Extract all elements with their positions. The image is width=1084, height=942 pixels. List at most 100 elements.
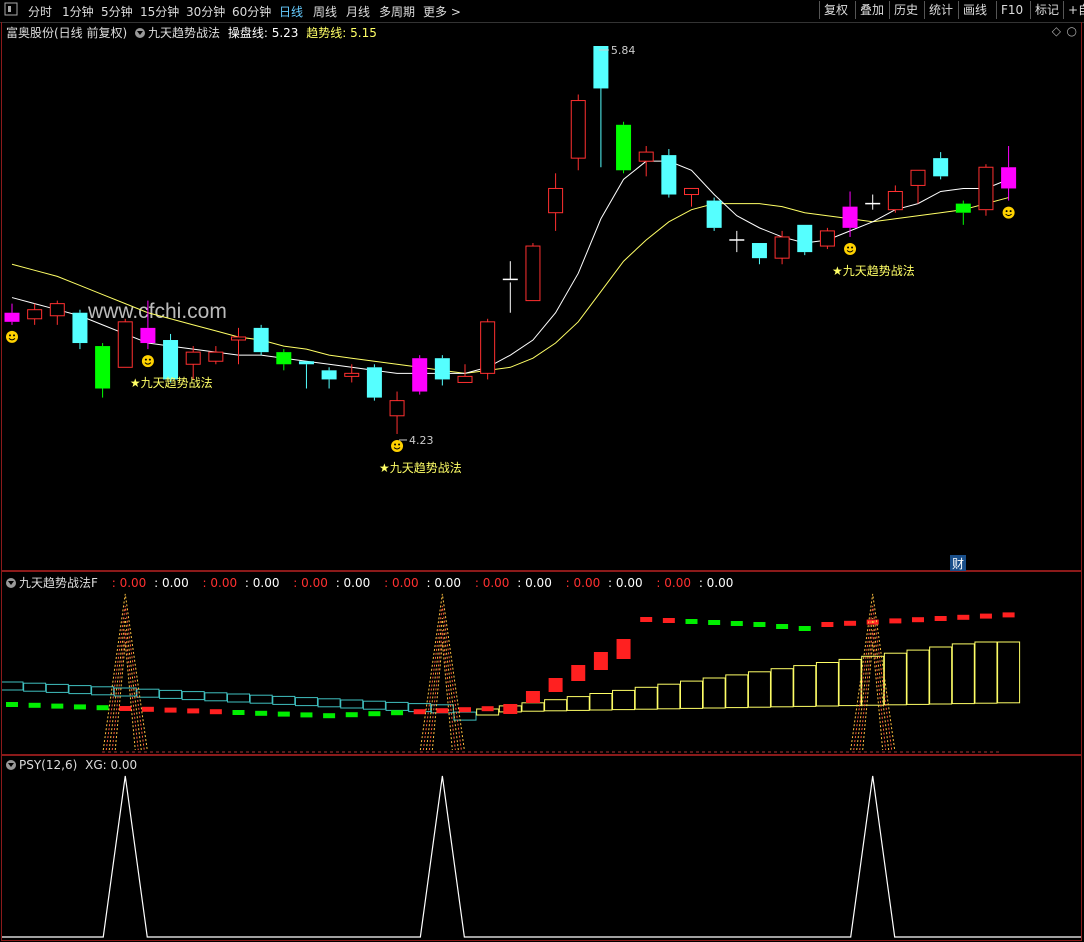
signal-dash — [436, 708, 449, 714]
yellow-box — [589, 693, 613, 711]
signal-dash — [481, 706, 494, 712]
yellow-box — [906, 649, 930, 705]
signal-dash — [300, 712, 313, 718]
indicator-panel-1: 九天趋势战法F : 0.00 : 0.00 : 0.00 : 0.00 : 0.… — [1, 571, 1082, 755]
candle-body — [389, 400, 405, 417]
cyan-box — [2, 681, 24, 691]
candle-body — [276, 352, 292, 365]
period-tab[interactable]: 日线 — [279, 3, 303, 20]
candle-body — [819, 230, 835, 247]
candle-body — [344, 372, 360, 377]
spike-triangle — [102, 593, 148, 751]
signal-dash — [209, 709, 222, 715]
candle-body — [910, 169, 926, 186]
period-tab[interactable]: 周线 — [313, 3, 337, 20]
candlestick-chart: ★九天趋势战法 ★九天趋势战法 ★九天趋势战法 5.84 4.23 — [4, 44, 1017, 475]
cyan-box — [45, 683, 69, 693]
period-tab[interactable]: 60分钟 — [232, 3, 271, 20]
smiley-eye — [1009, 210, 1012, 213]
candle-body — [27, 309, 43, 320]
smiley-eye — [394, 443, 397, 446]
smiley-icon — [391, 439, 404, 452]
candle-body — [457, 375, 473, 383]
toolbar-button[interactable]: 画线 — [958, 1, 991, 19]
signal-dash — [503, 704, 518, 714]
candle-body — [684, 187, 699, 196]
candle-body — [49, 303, 65, 317]
cyan-box — [113, 687, 137, 697]
period-tab[interactable]: 30分钟 — [186, 3, 225, 20]
candle — [480, 318, 496, 380]
toolbar-button[interactable]: F10 — [996, 1, 1027, 19]
toolbar-button[interactable]: 叠加 — [855, 1, 888, 19]
candle — [570, 94, 586, 171]
smiley-eye — [148, 358, 151, 361]
signal-dash — [616, 639, 631, 659]
yellow-box — [929, 646, 953, 705]
candle-body — [751, 243, 767, 259]
signal-dash — [798, 626, 811, 631]
toolbar-button[interactable]: 统计 — [924, 1, 957, 19]
candle-body — [117, 321, 133, 368]
candle-body — [95, 346, 111, 389]
signal-dash — [708, 620, 721, 625]
candle — [389, 391, 405, 434]
candle-body — [72, 312, 88, 344]
candle-body — [638, 151, 654, 162]
menu-icon[interactable] — [4, 2, 18, 19]
candle-body — [616, 124, 632, 171]
signal-dash — [662, 618, 675, 623]
signal-dash — [232, 710, 245, 715]
period-tab[interactable]: 5分钟 — [101, 3, 133, 20]
smiley-icon — [141, 355, 154, 368]
period-tab[interactable]: 分时 — [28, 3, 52, 20]
candle — [321, 367, 337, 389]
smiley-eye — [398, 443, 401, 446]
candle-body — [774, 236, 790, 259]
period-tab[interactable]: 多周期 — [379, 3, 415, 20]
candle-body — [978, 166, 994, 211]
signal-dash — [548, 678, 563, 692]
signal-dash — [593, 652, 608, 670]
toolbar-button[interactable]: 复权 — [819, 1, 852, 19]
period-tab[interactable]: 15分钟 — [140, 3, 179, 20]
candle — [27, 303, 43, 325]
cyan-box — [385, 701, 409, 711]
candle-body — [253, 327, 269, 353]
cai-badge[interactable]: 财 — [950, 555, 967, 572]
spike-triangle — [419, 593, 465, 751]
candle-body — [1001, 167, 1017, 189]
yellow-box — [725, 674, 749, 709]
yellow-box — [544, 699, 568, 712]
candle — [49, 300, 65, 325]
signal-dash — [73, 704, 86, 710]
yellow-box — [747, 671, 771, 708]
candle-body — [366, 367, 382, 398]
smiley-face — [1002, 206, 1015, 219]
candle-body — [661, 155, 677, 195]
candle-body — [548, 187, 564, 214]
signal-dash — [934, 616, 947, 621]
candle-body — [593, 46, 609, 89]
candle — [95, 343, 111, 398]
candle-body — [321, 370, 337, 380]
cyan-box — [362, 700, 386, 710]
yellow-box — [521, 702, 545, 712]
smiley-eye — [9, 334, 11, 337]
toolbar-button[interactable]: 标记 — [1030, 1, 1063, 19]
period-tab[interactable]: 月线 — [346, 3, 370, 20]
candle — [4, 303, 20, 325]
candle — [661, 149, 677, 198]
toolbar-button[interactable]: +自 — [1063, 1, 1084, 19]
period-tab[interactable]: 1分钟 — [62, 3, 94, 20]
candle — [434, 355, 450, 386]
candle-body — [208, 351, 224, 362]
signal-dash — [187, 708, 200, 714]
period-tab[interactable]: 更多 > — [423, 3, 461, 20]
trend-indicator-chart — [2, 593, 1021, 753]
signal-dash — [6, 702, 18, 707]
signal-dash — [776, 624, 789, 629]
yellow-box — [838, 658, 862, 707]
smiley-icon — [844, 242, 857, 255]
toolbar-button[interactable]: 历史 — [889, 1, 922, 19]
